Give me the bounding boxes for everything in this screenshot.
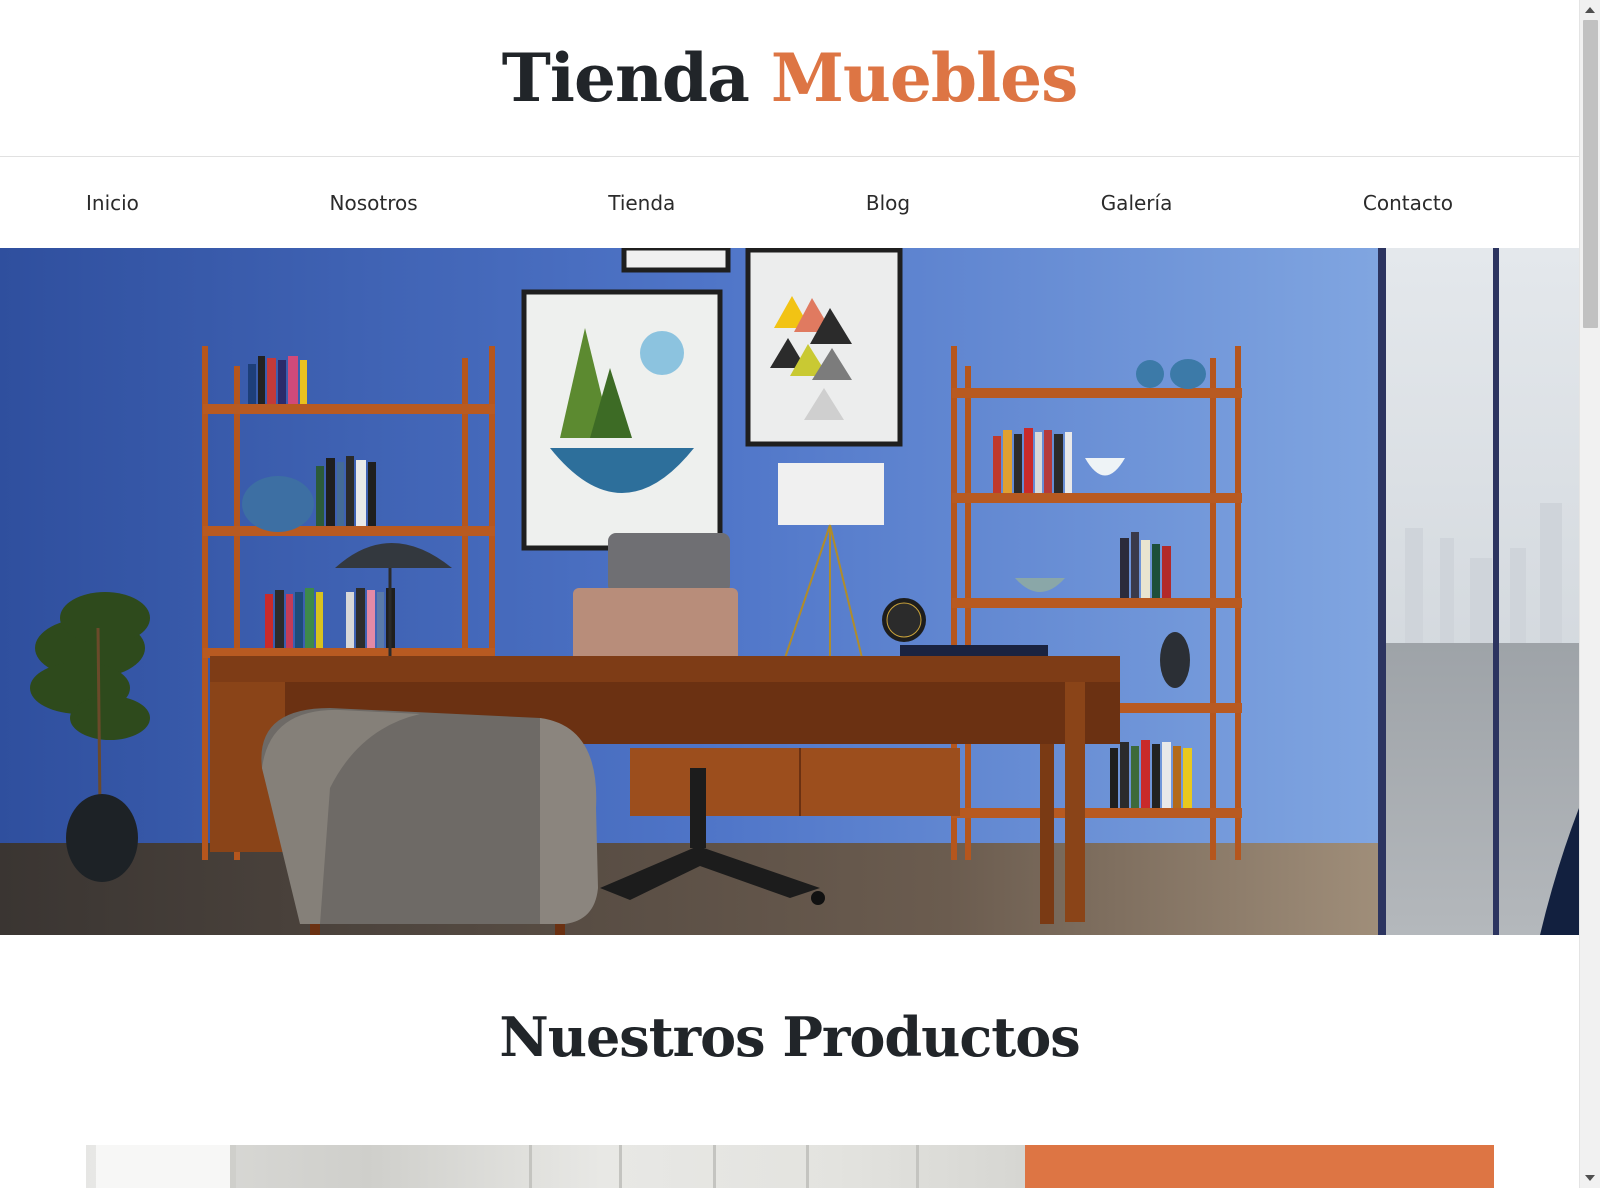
- nav-link-galeria[interactable]: Galería: [1101, 191, 1173, 215]
- wall-panel-line: [713, 1145, 716, 1188]
- scrollbar-thumb[interactable]: [1583, 20, 1598, 328]
- featured-product-banner[interactable]: [86, 1145, 1494, 1188]
- hero-office-illustration: [0, 248, 1579, 935]
- main-navigation: Inicio Nosotros Tienda Blog Galería Cont…: [0, 157, 1579, 248]
- vertical-scrollbar[interactable]: [1579, 0, 1600, 1188]
- wall-panel-line: [529, 1145, 532, 1188]
- hero-image: [0, 248, 1579, 935]
- nav-link-nosotros[interactable]: Nosotros: [330, 191, 418, 215]
- scroll-up-arrow-icon[interactable]: [1585, 7, 1595, 13]
- featured-product-image: [86, 1145, 1025, 1188]
- page: Tienda Muebles Inicio Nosotros Tienda Bl…: [0, 0, 1579, 1188]
- nav-link-inicio[interactable]: Inicio: [86, 191, 139, 215]
- products-section-title: Nuestros Productos: [499, 1005, 1080, 1069]
- window-detail: [96, 1145, 236, 1188]
- logo-text-muebles: Muebles: [770, 39, 1078, 117]
- wall-panel-line: [916, 1145, 919, 1188]
- nav-link-tienda[interactable]: Tienda: [608, 191, 675, 215]
- wall-panel-line: [619, 1145, 622, 1188]
- site-header: Tienda Muebles: [0, 0, 1579, 157]
- featured-product-info-panel: [1025, 1145, 1494, 1188]
- nav-link-blog[interactable]: Blog: [866, 191, 910, 215]
- logo-text-tienda: Tienda: [501, 39, 750, 117]
- scroll-down-arrow-icon[interactable]: [1585, 1175, 1595, 1181]
- nav-link-contacto[interactable]: Contacto: [1363, 191, 1453, 215]
- wall-panel-line: [806, 1145, 809, 1188]
- site-logo[interactable]: Tienda Muebles: [502, 45, 1078, 111]
